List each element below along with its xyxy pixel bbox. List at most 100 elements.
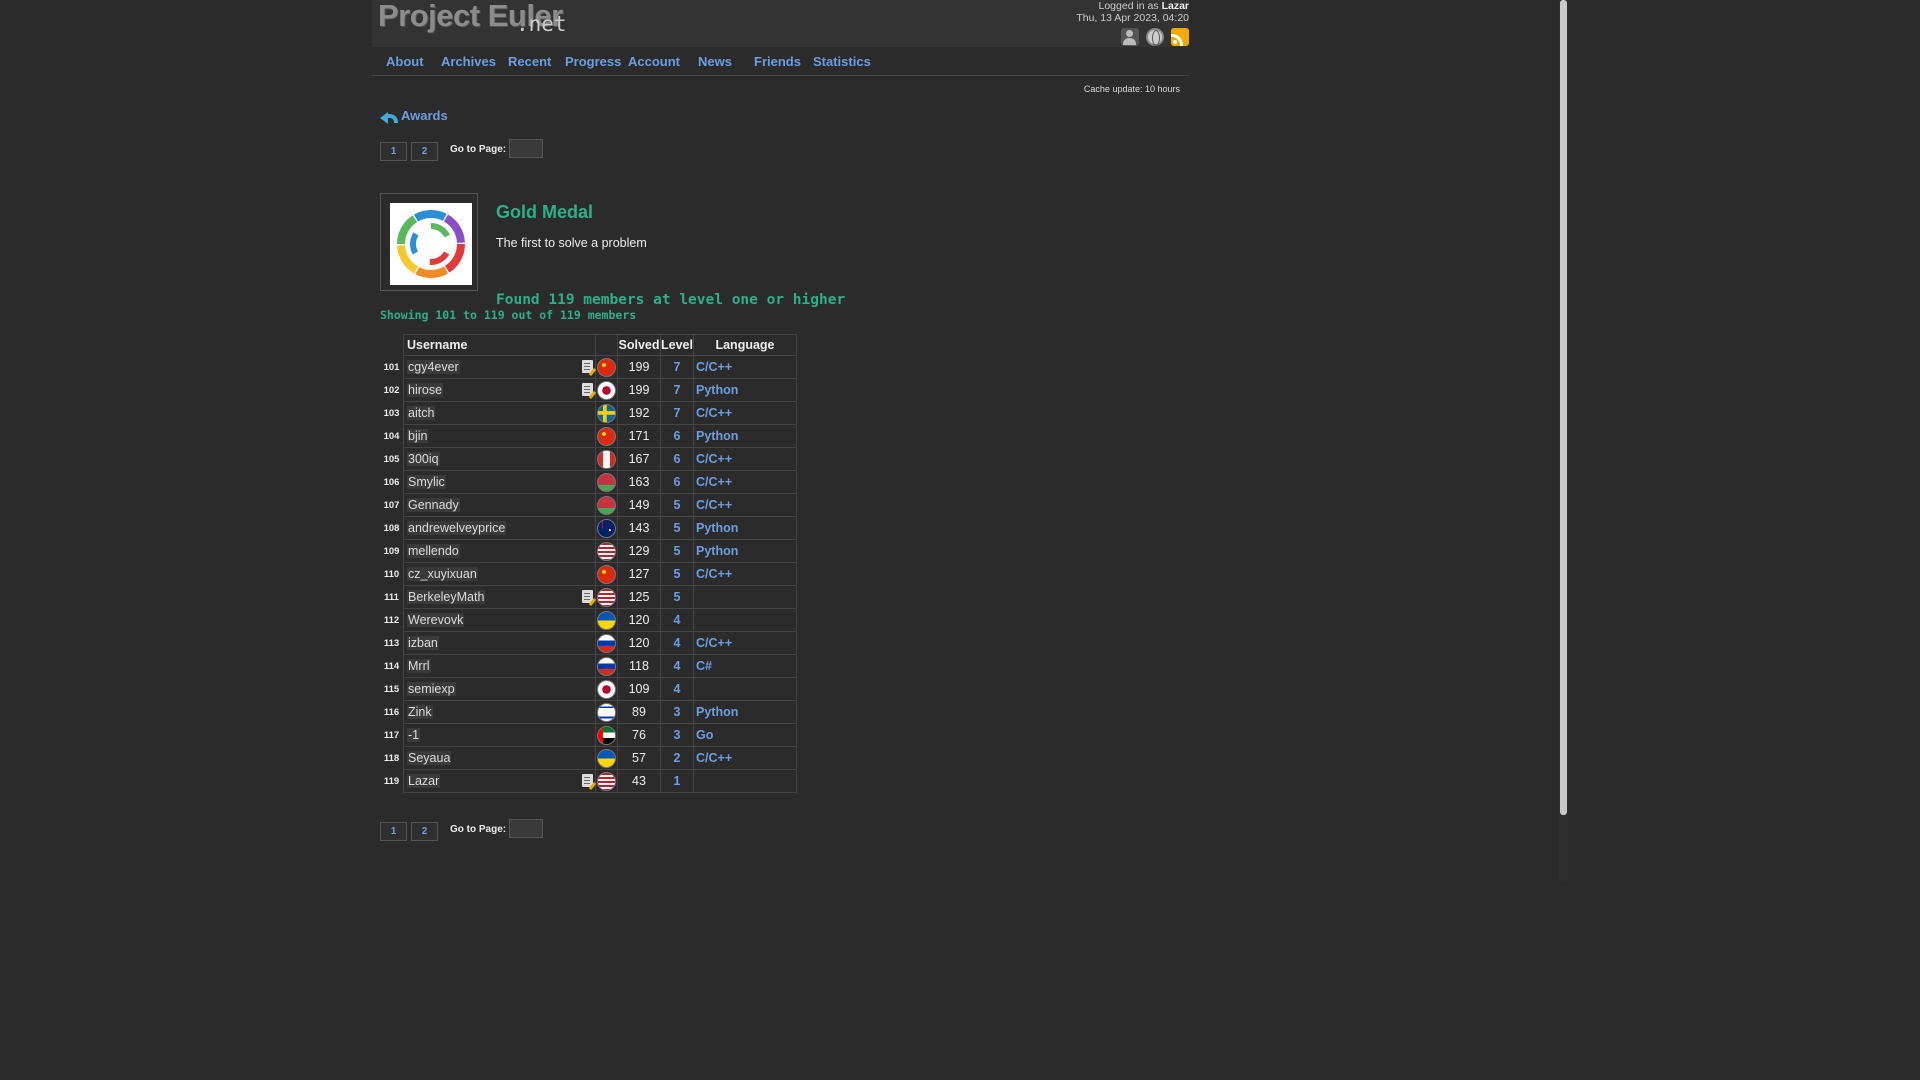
language-cell[interactable]: Python (693, 700, 797, 724)
username-link[interactable]: BerkeleyMath (407, 590, 486, 604)
language-cell[interactable] (693, 677, 797, 701)
language-cell[interactable]: C/C++ (693, 562, 797, 586)
profile-note-icon[interactable] (582, 774, 593, 787)
table-row: 118 Seyaua 57 2 C/C++ (380, 746, 797, 770)
rank-cell: 110 (383, 568, 400, 580)
username-link[interactable]: hirose (407, 383, 444, 397)
pager-bottom: 1 2 Go to Page: (380, 819, 544, 841)
username-link[interactable]: andrewelveyprice (407, 521, 507, 535)
username-link[interactable]: semiexp (407, 682, 456, 696)
level-cell[interactable]: 5 (660, 585, 694, 609)
username-link[interactable]: Lazar (407, 774, 441, 788)
language-cell[interactable]: Python (693, 516, 797, 540)
language-cell[interactable]: Python (693, 539, 797, 563)
level-cell[interactable]: 4 (660, 654, 694, 678)
username-cell: Zink (403, 700, 596, 724)
username-link[interactable]: aitch (407, 406, 436, 420)
language-cell[interactable] (693, 608, 797, 632)
username-link[interactable]: 300iq (407, 452, 440, 466)
language-cell[interactable]: C/C++ (693, 631, 797, 655)
nav-recent[interactable]: Recent (508, 54, 551, 69)
username-link[interactable]: cgy4ever (407, 360, 460, 374)
level-cell[interactable]: 5 (660, 539, 694, 563)
level-cell[interactable]: 4 (660, 677, 694, 701)
username-link[interactable]: Seyaua (407, 751, 452, 765)
level-cell[interactable]: 4 (660, 608, 694, 632)
country-flag-icon (597, 748, 616, 768)
rank-cell: 107 (383, 499, 400, 511)
nav-account[interactable]: Account (628, 54, 680, 69)
level-cell[interactable]: 3 (660, 700, 694, 724)
solved-header: Solved (617, 334, 661, 356)
globe-icon[interactable] (1146, 28, 1164, 46)
language-cell[interactable]: Python (693, 424, 797, 448)
username-link[interactable]: Zink (407, 705, 433, 719)
username-link[interactable]: Werevovk (407, 613, 465, 627)
solved-cell: 118 (617, 654, 661, 678)
language-cell[interactable]: C/C++ (693, 447, 797, 471)
level-cell[interactable]: 5 (660, 516, 694, 540)
goto-page-input[interactable] (509, 819, 544, 838)
page-1-button[interactable]: 1 (380, 142, 407, 161)
nav-news[interactable]: News (698, 54, 732, 69)
language-cell[interactable]: C/C++ (693, 355, 797, 379)
language-cell[interactable]: C/C++ (693, 493, 797, 517)
page-2-button[interactable]: 2 (411, 142, 438, 161)
country-flag-icon (597, 541, 616, 561)
language-cell[interactable] (693, 585, 797, 609)
level-cell[interactable]: 5 (660, 562, 694, 586)
page-1-button[interactable]: 1 (380, 822, 407, 841)
cache-status: Cache update: 10 hours (1083, 84, 1180, 94)
profile-note-icon[interactable] (582, 383, 593, 396)
username-link[interactable]: cz_xuyixuan (407, 567, 478, 581)
username-link[interactable]: bjin (407, 429, 429, 443)
level-cell[interactable]: 6 (660, 424, 694, 448)
nav-archives[interactable]: Archives (441, 54, 496, 69)
nav-about[interactable]: About (386, 54, 424, 69)
level-cell[interactable]: 7 (660, 378, 694, 402)
level-cell[interactable]: 6 (660, 447, 694, 471)
back-to-awards[interactable]: Awards (380, 108, 448, 124)
language-cell[interactable]: Python (693, 378, 797, 402)
language-cell[interactable]: C# (693, 654, 797, 678)
level-cell[interactable]: 4 (660, 631, 694, 655)
username-link[interactable]: izban (407, 636, 439, 650)
level-cell[interactable]: 7 (660, 401, 694, 425)
username-link[interactable]: -1 (407, 728, 421, 742)
username-cell: aitch (403, 401, 596, 425)
language-cell[interactable] (693, 769, 797, 793)
solved-cell: 143 (617, 516, 661, 540)
level-cell[interactable]: 2 (660, 746, 694, 770)
nav-friends[interactable]: Friends (754, 54, 801, 69)
page-2-button[interactable]: 2 (411, 822, 438, 841)
vertical-scrollbar[interactable] (1559, 0, 1568, 882)
profile-note-icon[interactable] (582, 360, 593, 373)
nav-statistics[interactable]: Statistics (813, 54, 871, 69)
username-link[interactable]: Smylic (407, 475, 446, 489)
rss-icon[interactable] (1171, 28, 1189, 46)
username-link[interactable]: Gennady (407, 498, 460, 512)
flag-cell (595, 493, 618, 517)
language-cell[interactable]: C/C++ (693, 746, 797, 770)
profile-note-icon[interactable] (582, 590, 593, 603)
language-cell[interactable]: Go (693, 723, 797, 747)
account-icon[interactable] (1121, 28, 1139, 46)
level-cell[interactable]: 3 (660, 723, 694, 747)
language-cell[interactable]: C/C++ (693, 401, 797, 425)
site-logo[interactable]: Project Euler .net (378, 0, 567, 40)
level-cell[interactable]: 6 (660, 470, 694, 494)
level-cell[interactable]: 1 (660, 769, 694, 793)
language-cell[interactable]: C/C++ (693, 470, 797, 494)
scrollbar-thumb[interactable] (1560, 0, 1567, 815)
country-flag-icon (597, 357, 616, 377)
awards-link[interactable]: Awards (401, 108, 448, 123)
table-row: 115 semiexp 109 4 (380, 677, 797, 701)
goto-page-input[interactable] (509, 139, 544, 158)
level-cell[interactable]: 7 (660, 355, 694, 379)
table-row: 104 bjin 171 6 Python (380, 424, 797, 448)
username-link[interactable]: Mrrl (407, 659, 431, 673)
username-link[interactable]: mellendo (407, 544, 460, 558)
level-cell[interactable]: 5 (660, 493, 694, 517)
flag-cell (595, 769, 618, 793)
nav-progress[interactable]: Progress (565, 54, 621, 69)
